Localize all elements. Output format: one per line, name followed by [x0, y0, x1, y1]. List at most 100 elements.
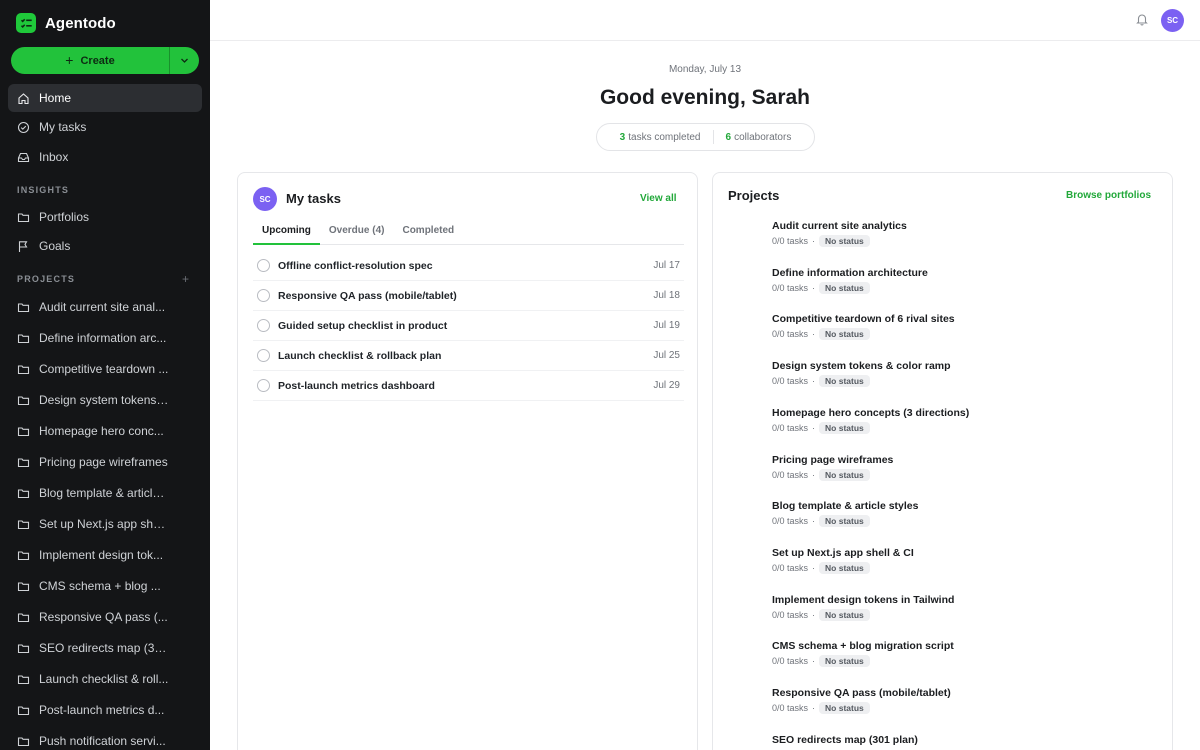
task-checkbox[interactable] — [257, 319, 270, 332]
check-circle-icon — [17, 121, 30, 133]
project-row[interactable]: Responsive QA pass (mobile/tablet) 0/0 ta… — [772, 687, 951, 714]
status-badge: No status — [819, 515, 870, 528]
task-name: Responsive QA pass (mobile/tablet) — [278, 289, 457, 302]
folder-icon — [17, 674, 30, 684]
nav-label: My tasks — [39, 120, 87, 134]
project-meta: 0/0 tasks · No status — [772, 421, 969, 434]
brand[interactable]: Agentodo — [16, 13, 116, 33]
sidebar-project-item[interactable]: Post-launch metrics d... — [8, 696, 202, 724]
project-row[interactable]: Define information architecture 0/0 tasks… — [772, 267, 928, 294]
view-all-link[interactable]: View all — [640, 193, 677, 204]
project-name: Design system tokens & color ramp — [772, 360, 951, 373]
sidebar-project-item[interactable]: CMS schema + blog ... — [8, 572, 202, 600]
nav-item-portfolios[interactable]: Portfolios — [8, 203, 202, 231]
flag-icon — [18, 240, 28, 252]
sidebar-project-item[interactable]: Launch checklist & roll... — [8, 665, 202, 693]
sidebar-project-item[interactable]: Homepage hero conc... — [8, 417, 202, 445]
project-row[interactable]: Set up Next.js app shell & CI 0/0 tasks · N… — [772, 547, 914, 574]
user-avatar[interactable]: SC — [1161, 9, 1184, 32]
project-meta: 0/0 tasks · No status — [772, 468, 893, 481]
sidebar-project-label: Define information arc... — [39, 331, 167, 345]
project-name: Define information architecture — [772, 266, 928, 279]
add-project-button[interactable]: + — [182, 272, 189, 286]
task-checkbox[interactable] — [257, 259, 270, 272]
stat-collaborators: 6 collaborators — [725, 131, 792, 143]
meta-separator: · — [812, 516, 816, 527]
home-icon — [18, 92, 29, 104]
sidebar-project-item[interactable]: Push notification servi... — [8, 727, 202, 750]
task-checkbox[interactable] — [257, 379, 270, 392]
sidebar-project-label: Implement design tok... — [39, 548, 164, 562]
create-dropdown-button[interactable] — [169, 47, 199, 74]
insights-heading: INSIGHTS — [17, 185, 70, 195]
folder-icon — [17, 302, 30, 312]
sidebar-project-item[interactable]: Define information arc... — [8, 324, 202, 352]
sidebar-project-item[interactable]: Set up Next.js app she... — [8, 510, 202, 538]
nav-item-inbox[interactable]: Inbox — [8, 143, 202, 171]
tab-upcoming[interactable]: Upcoming — [253, 221, 320, 245]
project-row[interactable]: Homepage hero concepts (3 directions) 0/0… — [772, 407, 969, 434]
meta-separator: · — [812, 562, 816, 573]
browse-portfolios-link[interactable]: Browse portfolios — [1066, 190, 1151, 201]
status-badge: No status — [819, 281, 870, 294]
project-row[interactable]: SEO redirects map (301 plan) — [772, 734, 918, 746]
project-row[interactable]: Audit current site analytics 0/0 tasks · No… — [772, 220, 907, 247]
task-name: Offline conflict-resolution spec — [278, 259, 433, 272]
meta-separator: · — [812, 469, 816, 480]
projects-card: Projects Browse portfolios Audit current… — [712, 172, 1173, 750]
task-row[interactable]: Guided setup checklist in product Jul 19 — [253, 311, 684, 341]
project-task-count: 0/0 tasks — [772, 236, 809, 246]
sidebar-project-item[interactable]: Blog template & article... — [8, 479, 202, 507]
folder-icon — [17, 705, 30, 715]
project-name: Homepage hero concepts (3 directions) — [772, 406, 970, 419]
sidebar-project-item[interactable]: Pricing page wireframes — [8, 448, 202, 476]
folder-icon — [17, 212, 30, 222]
task-row[interactable]: Post-launch metrics dashboard Jul 29 — [253, 371, 684, 401]
sidebar-project-item[interactable]: Responsive QA pass (... — [8, 603, 202, 631]
project-row[interactable]: Design system tokens & color ramp 0/0 tas… — [772, 360, 951, 388]
my-tasks-title: My tasks — [286, 191, 341, 206]
app-name: Agentodo — [45, 14, 116, 32]
sidebar-project-item[interactable]: SEO redirects map (30... — [8, 634, 202, 662]
project-task-count: 0/0 tasks — [772, 609, 809, 620]
tab-overdue[interactable]: Overdue (4) — [320, 221, 394, 245]
project-name: SEO redirects map (301 plan) — [772, 733, 918, 746]
meta-separator: · — [812, 656, 816, 667]
sidebar-project-item[interactable]: Competitive teardown ... — [8, 355, 202, 383]
project-meta: 0/0 tasks · No status — [772, 515, 918, 528]
sidebar-project-item[interactable]: Implement design tok... — [8, 541, 202, 569]
status-badge: No status — [819, 235, 870, 247]
nav-label: Inbox — [39, 150, 69, 164]
stats-pill: 3 tasks completed 6 collaborators — [596, 123, 815, 151]
sidebar-project-label: Blog template & article... — [39, 486, 169, 500]
task-row[interactable]: Launch checklist & rollback plan Jul 25 — [253, 341, 684, 371]
project-meta: 0/0 tasks · No status — [772, 702, 951, 714]
nav-item-home[interactable]: Home — [8, 84, 202, 112]
task-row[interactable]: Offline conflict-resolution spec Jul 17 — [253, 251, 684, 281]
task-row[interactable]: Responsive QA pass (mobile/tablet) Jul 18 — [253, 281, 684, 311]
project-row[interactable]: CMS schema + blog migration script 0/0 ta… — [772, 640, 954, 668]
sidebar-project-item[interactable]: Audit current site anal... — [8, 293, 202, 321]
projects-heading: PROJECTS — [17, 274, 76, 284]
tab-completed[interactable]: Completed — [393, 221, 463, 245]
bell-icon[interactable] — [1135, 12, 1149, 26]
stat-tasks-completed: 3 tasks completed — [619, 131, 701, 143]
nav-item-goals[interactable]: Goals — [8, 232, 202, 260]
folder-icon — [17, 612, 30, 622]
sidebar-project-label: Audit current site anal... — [39, 300, 166, 314]
meta-separator: · — [812, 282, 816, 293]
project-row[interactable]: Blog template & article styles 0/0 tasks ·… — [772, 500, 918, 528]
project-row[interactable]: Implement design tokens in Tailwind 0/0 t… — [772, 594, 954, 621]
project-task-count: 0/0 tasks — [772, 469, 809, 480]
folder-icon — [17, 395, 30, 405]
folder-icon — [17, 736, 30, 746]
project-row[interactable]: Competitive teardown of 6 rival sites 0/0… — [772, 313, 955, 341]
project-row[interactable]: Pricing page wireframes 0/0 tasks · No stat… — [772, 454, 893, 481]
nav-item-my-tasks[interactable]: My tasks — [8, 113, 202, 141]
task-checkbox[interactable] — [257, 349, 270, 362]
project-task-count: 0/0 tasks — [772, 516, 809, 527]
sidebar-project-label: CMS schema + blog ... — [39, 579, 161, 593]
create-button[interactable]: + Create — [11, 47, 169, 74]
sidebar-project-item[interactable]: Design system tokens ... — [8, 386, 202, 414]
task-checkbox[interactable] — [257, 289, 270, 302]
